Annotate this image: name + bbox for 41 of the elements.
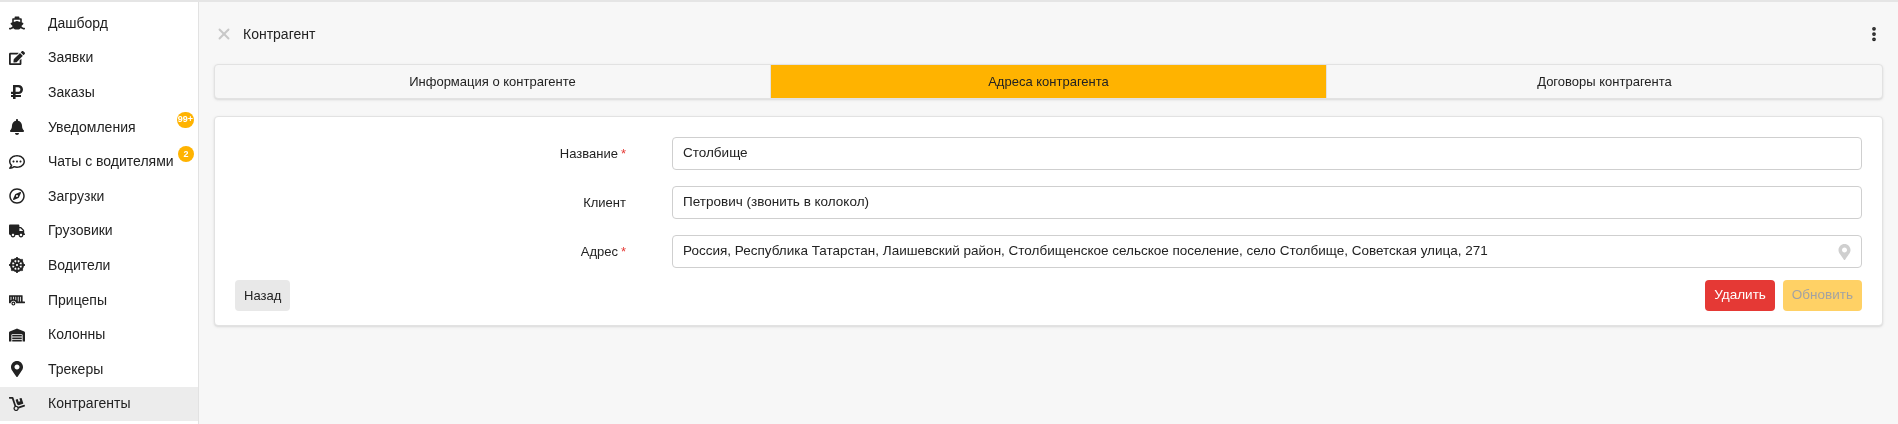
- sidebar-item[interactable]: Заказы: [0, 75, 198, 110]
- input-field[interactable]: Столбище: [672, 137, 1862, 170]
- compass-icon: [9, 188, 25, 205]
- steering-wheel-icon: [9, 257, 25, 274]
- map-pin-icon: [9, 361, 25, 378]
- sidebar-item[interactable]: Заявки: [0, 40, 198, 76]
- map-pin-icon[interactable]: [1838, 243, 1851, 260]
- sidebar-item[interactable]: Грузовики: [0, 213, 198, 249]
- required-asterisk: *: [620, 144, 626, 163]
- input-field[interactable]: Россия, Республика Татарстан, Лаишевский район, Столбищенское сельское поселение, село Столбище, Советская улица, 271: [672, 235, 1862, 268]
- sidebar-item[interactable]: Загрузки: [0, 178, 198, 214]
- count-badge: 99+: [176, 111, 194, 128]
- sidebar-item[interactable]: Водители: [0, 248, 198, 283]
- tab[interactable]: Договоры контрагента: [1326, 65, 1882, 98]
- tab[interactable]: Информация о контрагенте: [215, 65, 770, 98]
- garage-icon: [9, 326, 25, 343]
- input-field[interactable]: Петрович (звонить в колокол): [672, 186, 1862, 219]
- page-title: Контрагент: [243, 24, 316, 44]
- sidebar-item[interactable]: Трекеры: [0, 351, 198, 387]
- required-asterisk: *: [620, 242, 626, 261]
- field-label: Название: [559, 144, 618, 163]
- ship-icon: [9, 15, 25, 32]
- sidebar-item[interactable]: Дашборд: [0, 6, 198, 41]
- bell-icon: [9, 119, 25, 136]
- delete-button[interactable]: Удалить: [1705, 280, 1775, 311]
- ruble-icon: [9, 84, 25, 101]
- field-label: Адрес: [580, 242, 618, 261]
- sidebar-item[interactable]: Уведомления 99+: [0, 109, 198, 145]
- field-label: Клиент: [583, 193, 626, 212]
- sidebar-item[interactable]: Чаты с водителями 2: [0, 144, 198, 179]
- sidebar-item[interactable]: Прицепы: [0, 282, 198, 318]
- tab[interactable]: Адреса контрагента: [770, 65, 1326, 98]
- truck-icon: [9, 222, 25, 239]
- edit-icon: [9, 49, 25, 66]
- count-badge: 2: [178, 146, 194, 163]
- trailer-icon: [9, 292, 25, 309]
- dolly-icon: [9, 395, 25, 412]
- back-button[interactable]: Назад: [235, 280, 291, 311]
- chat-icon: [9, 153, 25, 170]
- sidebar-item[interactable]: Контрагенты: [0, 386, 198, 422]
- sidebar-item[interactable]: Колонны: [0, 317, 198, 352]
